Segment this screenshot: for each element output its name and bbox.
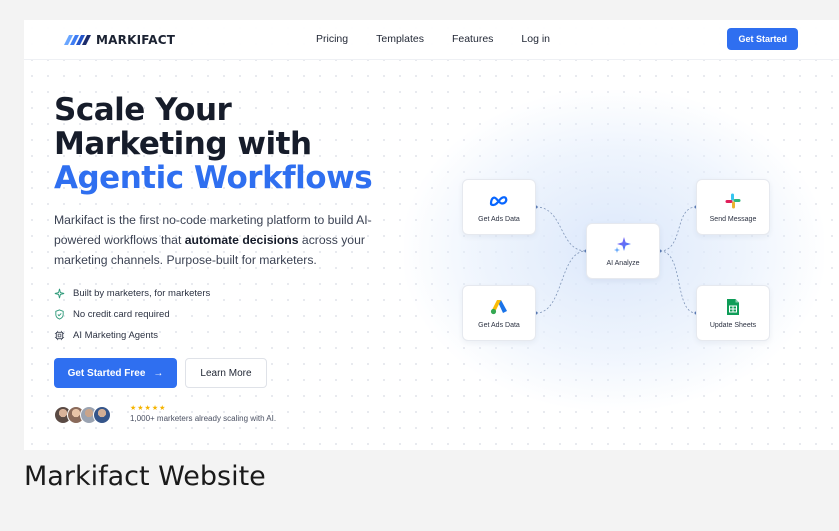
page-frame: MARKIFACT Pricing Templates Features Log… [0,0,839,531]
caption: Markifact Website [24,461,266,492]
node-label: AI Analyze [606,259,640,267]
meta-icon [489,192,509,210]
node-label: Send Message [709,215,757,223]
website-screenshot: MARKIFACT Pricing Templates Features Log… [24,20,839,450]
slack-icon [725,192,741,210]
node-label: Get Ads Data [478,321,520,329]
node-label: Get Ads Data [478,215,520,223]
node-slack-send-message[interactable]: Send Message [696,179,770,235]
node-ai-analyze[interactable]: AI Analyze [586,223,660,279]
node-sheets-update[interactable]: Update Sheets [696,285,770,341]
ai-sparkle-icon [613,236,633,254]
sheets-icon [726,298,740,316]
node-google-get-ads-data[interactable]: Get Ads Data [462,285,536,341]
google-ads-icon [490,298,508,316]
node-label: Update Sheets [709,321,757,329]
node-meta-get-ads-data[interactable]: Get Ads Data [462,179,536,235]
workflow-connectors [534,205,698,315]
